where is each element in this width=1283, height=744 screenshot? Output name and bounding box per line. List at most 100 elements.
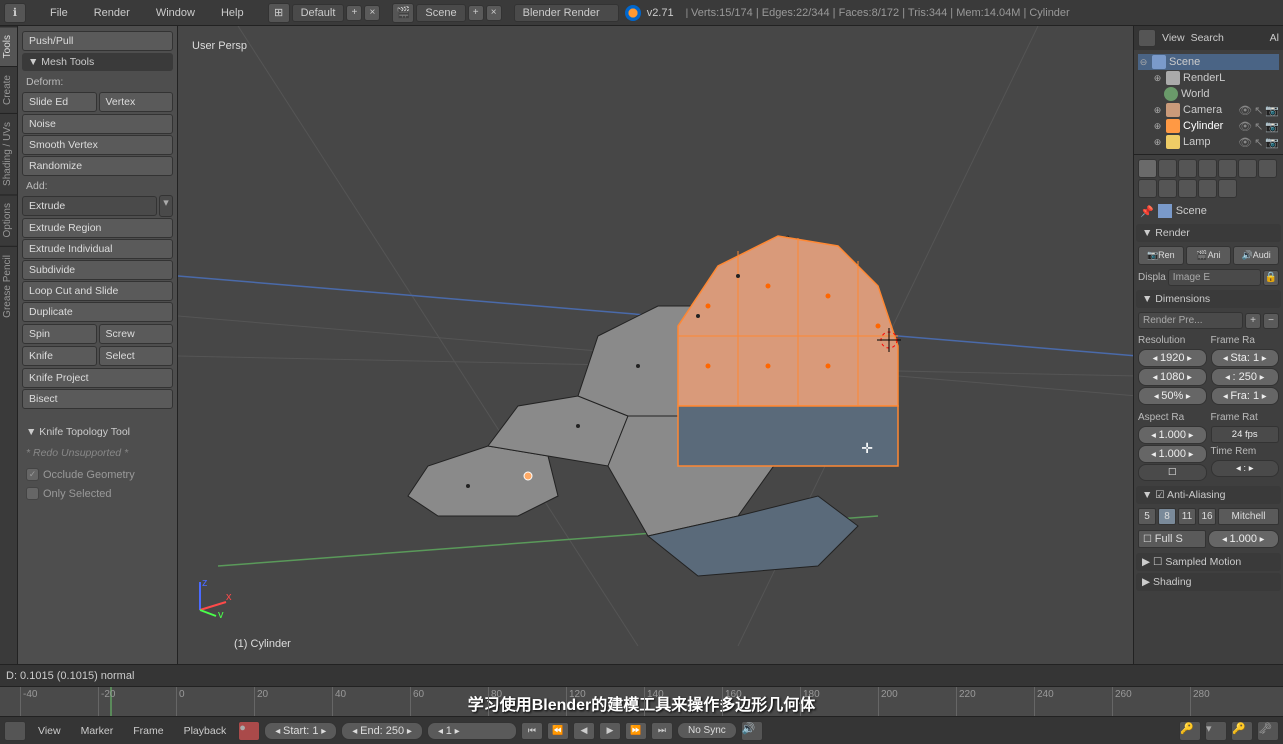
- insert-keyframe-icon[interactable]: 🔑: [1231, 721, 1253, 741]
- 3d-viewport[interactable]: User Persp (1) Cylinder: [178, 26, 1133, 664]
- play-icon[interactable]: ▶: [599, 722, 621, 740]
- subdivide-button[interactable]: Subdivide: [22, 260, 173, 280]
- prop-tab-particles[interactable]: [1198, 179, 1217, 198]
- render-engine-select[interactable]: Blender Render: [514, 4, 619, 22]
- render-image-button[interactable]: 📷Ren: [1138, 246, 1184, 265]
- loop-cut-button[interactable]: Loop Cut and Slide: [22, 281, 173, 301]
- outliner-editor-icon[interactable]: [1138, 29, 1156, 47]
- prop-tab-renderlayers[interactable]: [1158, 159, 1177, 178]
- outliner-world-row[interactable]: World: [1138, 86, 1279, 102]
- shading-header[interactable]: ▶ Shading: [1136, 573, 1281, 591]
- time-remap-field[interactable]: ◂ : ▸: [1211, 460, 1280, 477]
- jump-start-icon[interactable]: ⏮: [521, 722, 543, 740]
- prop-tab-world[interactable]: [1198, 159, 1217, 178]
- aa-11-button[interactable]: 11: [1178, 508, 1196, 525]
- knife-topology-header[interactable]: ▼ Knife Topology Tool: [22, 423, 173, 441]
- eye-icon[interactable]: 👁: [1238, 120, 1252, 133]
- render-animation-button[interactable]: 🎬Ani: [1186, 246, 1232, 265]
- speaker-icon[interactable]: 🔊: [741, 721, 763, 741]
- keying-set-icon[interactable]: 🔑: [1179, 721, 1201, 741]
- render-icon[interactable]: 📷: [1265, 136, 1279, 149]
- preset-remove-icon[interactable]: −: [1263, 313, 1279, 329]
- tab-options[interactable]: Options: [0, 194, 17, 245]
- timeline-playback-menu[interactable]: Playback: [176, 725, 235, 737]
- aspect-x-field[interactable]: ◂ 1.000 ▸: [1138, 426, 1207, 444]
- auto-keyframe-icon[interactable]: ●: [238, 721, 260, 741]
- menu-window[interactable]: Window: [144, 7, 207, 19]
- render-icon[interactable]: 📷: [1265, 104, 1279, 117]
- resolution-y-field[interactable]: ◂ 1080 ▸: [1138, 368, 1207, 386]
- jump-end-icon[interactable]: ⏭: [651, 722, 673, 740]
- resolution-pct-field[interactable]: ◂ 50% ▸: [1138, 387, 1207, 405]
- prop-tab-texture[interactable]: [1178, 179, 1197, 198]
- scene-browse-icon[interactable]: 🎬: [392, 3, 414, 23]
- render-audio-button[interactable]: 🔊Audi: [1233, 246, 1279, 265]
- expand-icon[interactable]: ⊕: [1152, 105, 1163, 116]
- aspect-y-field[interactable]: ◂ 1.000 ▸: [1138, 445, 1207, 463]
- layout-add-icon[interactable]: +: [346, 5, 362, 21]
- render-icon[interactable]: 📷: [1265, 120, 1279, 133]
- keyframe-prev-icon[interactable]: ⏪: [547, 722, 569, 740]
- knife-button[interactable]: Knife: [22, 346, 97, 366]
- prop-tab-scene[interactable]: [1178, 159, 1197, 178]
- fps-select[interactable]: 24 fps: [1211, 426, 1280, 443]
- expand-icon[interactable]: ⊖: [1138, 57, 1149, 68]
- resolution-x-field[interactable]: ◂ 1920 ▸: [1138, 349, 1207, 367]
- outliner-scene-row[interactable]: ⊖ Scene: [1138, 54, 1279, 70]
- layout-select[interactable]: Default: [292, 4, 345, 22]
- aa-16-button[interactable]: 16: [1198, 508, 1216, 525]
- current-frame-field[interactable]: ◂ 1 ▸: [427, 722, 517, 740]
- outliner-cylinder-row[interactable]: ⊕ Cylinder 👁↖📷: [1138, 118, 1279, 134]
- cursor-icon[interactable]: ↖: [1254, 136, 1263, 149]
- aa-5-button[interactable]: 5: [1138, 508, 1156, 525]
- prop-tab-material[interactable]: [1158, 179, 1177, 198]
- timeline-editor-icon[interactable]: [4, 721, 26, 741]
- outliner-all[interactable]: Al: [1270, 32, 1279, 44]
- eye-icon[interactable]: 👁: [1238, 136, 1252, 149]
- start-frame-field[interactable]: ◂ Start: 1 ▸: [264, 722, 337, 740]
- noise-button[interactable]: Noise: [22, 114, 173, 134]
- pin-icon[interactable]: 📌: [1140, 205, 1154, 218]
- scene-remove-icon[interactable]: ×: [486, 5, 502, 21]
- slide-edge-button[interactable]: Slide Ed: [22, 92, 97, 112]
- push-pull-button[interactable]: Push/Pull: [22, 31, 173, 51]
- outliner-view-menu[interactable]: View: [1162, 32, 1185, 44]
- timeline-marker-menu[interactable]: Marker: [73, 725, 122, 737]
- layout-browse-icon[interactable]: ⊞: [268, 3, 290, 23]
- menu-help[interactable]: Help: [209, 7, 256, 19]
- only-selected-checkbox[interactable]: Only Selected: [22, 484, 173, 503]
- tab-create[interactable]: Create: [0, 66, 17, 113]
- tab-shading-uvs[interactable]: Shading / UVs: [0, 113, 17, 194]
- outliner-lamp-row[interactable]: ⊕ Lamp 👁↖📷: [1138, 134, 1279, 150]
- screw-button[interactable]: Screw: [99, 324, 174, 344]
- expand-icon[interactable]: ⊕: [1152, 121, 1163, 132]
- layout-remove-icon[interactable]: ×: [364, 5, 380, 21]
- extrude-region-button[interactable]: Extrude Region: [22, 218, 173, 238]
- outliner-renderlayers-row[interactable]: ⊕ RenderL: [1138, 70, 1279, 86]
- expand-icon[interactable]: ⊕: [1152, 73, 1163, 84]
- anti-aliasing-header[interactable]: ▼ ☑ Anti-Aliasing: [1136, 486, 1281, 504]
- end-frame-field[interactable]: ◂ End: 250 ▸: [341, 722, 423, 740]
- dimensions-section-header[interactable]: ▼ Dimensions: [1136, 290, 1281, 308]
- knife-project-button[interactable]: Knife Project: [22, 368, 173, 388]
- vertex-button[interactable]: Vertex: [99, 92, 174, 112]
- preset-add-icon[interactable]: +: [1245, 313, 1261, 329]
- cursor-icon[interactable]: ↖: [1254, 104, 1263, 117]
- tab-tools[interactable]: Tools: [0, 26, 17, 66]
- full-sample-checkbox[interactable]: ☐ Full S: [1138, 530, 1206, 548]
- keyframe-next-icon[interactable]: ⏩: [625, 722, 647, 740]
- spin-button[interactable]: Spin: [22, 324, 97, 344]
- scene-select[interactable]: Scene: [416, 4, 465, 22]
- timeline-frame-menu[interactable]: Frame: [125, 725, 171, 737]
- menu-file[interactable]: File: [38, 7, 80, 19]
- select-button[interactable]: Select: [99, 346, 174, 366]
- display-select[interactable]: Image E: [1168, 269, 1261, 286]
- occlude-geometry-checkbox[interactable]: ✓ Occlude Geometry: [22, 465, 173, 484]
- bisect-button[interactable]: Bisect: [22, 389, 173, 409]
- smooth-vertex-button[interactable]: Smooth Vertex: [22, 135, 173, 155]
- frame-start-field[interactable]: ◂ Sta: 1 ▸: [1211, 349, 1280, 367]
- prop-tab-object[interactable]: [1218, 159, 1237, 178]
- menu-render[interactable]: Render: [82, 7, 142, 19]
- timeline-view-menu[interactable]: View: [30, 725, 69, 737]
- aa-8-button[interactable]: 8: [1158, 508, 1176, 525]
